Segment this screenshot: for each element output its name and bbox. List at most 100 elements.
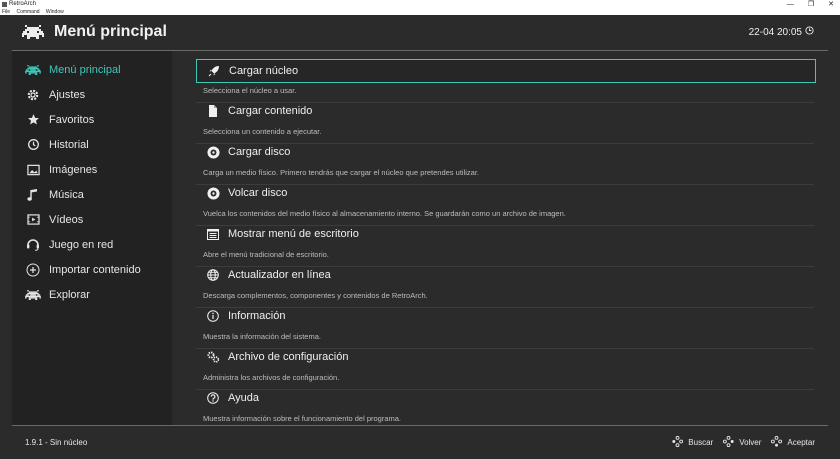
plus-icon	[25, 262, 41, 278]
accept-action[interactable]: Aceptar	[771, 435, 815, 449]
menu-entry-label: Archivo de configuración	[228, 351, 349, 363]
sidebar-item-history[interactable]: Historial	[12, 132, 172, 157]
menu-entry-description: Selecciona el núcleo a usar.	[203, 86, 297, 95]
sidebar-item-label: Música	[49, 188, 84, 201]
dpad-button-icon	[723, 435, 734, 449]
sidebar-item-explore[interactable]: Explorar	[12, 282, 172, 307]
menu-entry-label: Información	[228, 310, 286, 322]
menu-entry-description: Carga un medio físico. Primero tendrás q…	[203, 168, 479, 177]
window-title: RetroArch	[9, 1, 37, 7]
sidebar-item-label: Ajustes	[49, 88, 86, 101]
footer: 1.9.1 - Sin núcleo Buscar Volver Aceptar	[0, 426, 840, 459]
menu-entry-label: Cargar contenido	[228, 105, 313, 117]
sidebar-item-favorites[interactable]: Favoritos	[12, 107, 172, 132]
invader-icon	[25, 287, 41, 303]
menu-entry-description: Abre el menú tradicional de escritorio.	[203, 250, 329, 259]
window-titlebar: RetroArch — ❐ ✕	[0, 0, 840, 9]
version-status: 1.9.1 - Sin núcleo	[25, 438, 88, 447]
search-action-label: Buscar	[688, 438, 714, 447]
globe-icon	[206, 268, 220, 282]
accept-action-label: Aceptar	[787, 438, 815, 447]
sidebar-item-netplay[interactable]: Juego en red	[12, 232, 172, 257]
menu-entry-load-disc[interactable]: Cargar disco Carga un medio físico. Prim…	[196, 141, 816, 185]
menu-entry-online-updater[interactable]: Actualizador en línea Descarga complemen…	[196, 264, 816, 308]
menu-entry-row[interactable]: Mostrar menú de escritorio	[196, 223, 814, 245]
menu-entry-description: Muestra la información del sistema.	[203, 332, 321, 341]
disc-icon	[206, 145, 220, 159]
image-icon	[25, 162, 41, 178]
minimize-button[interactable]: —	[787, 0, 794, 9]
help-icon	[206, 391, 220, 405]
sidebar-item-label: Vídeos	[49, 213, 84, 226]
header: Menú principal 22-04 20:05	[0, 15, 840, 51]
desktop-menu-icon	[206, 227, 220, 241]
menu-entry-label: Actualizador en línea	[228, 269, 331, 281]
star-icon	[25, 112, 41, 128]
main-menu-list: Cargar núcleo Selecciona el núcleo a usa…	[196, 57, 816, 425]
menu-entry-description: Muestra información sobre el funcionamie…	[203, 414, 402, 423]
sidebar: Menú principal Ajustes Favoritos Histori…	[12, 51, 172, 425]
menu-entry-label: Mostrar menú de escritorio	[228, 228, 359, 240]
menu-entry-description: Administra los archivos de configuración…	[203, 373, 340, 382]
close-button[interactable]: ✕	[828, 0, 834, 9]
dpad-button-icon	[771, 435, 783, 449]
gear-icon	[25, 87, 41, 103]
sidebar-item-label: Explorar	[49, 288, 90, 301]
sidebar-item-label: Historial	[49, 138, 89, 151]
app-icon	[2, 2, 7, 7]
menu-entry-description: Descarga complementos, componentes y con…	[203, 291, 428, 300]
sidebar-item-label: Menú principal	[49, 63, 121, 76]
menu-entry-row[interactable]: Archivo de configuración	[196, 346, 814, 368]
clock: 22-04 20:05	[749, 26, 814, 38]
sidebar-item-label: Favoritos	[49, 113, 95, 126]
clock-icon	[805, 26, 814, 38]
menu-entry-description: Vuelca los contenidos del medio físico a…	[203, 209, 566, 218]
search-action[interactable]: Buscar	[672, 435, 714, 449]
footer-actions: Buscar Volver Aceptar	[672, 435, 815, 449]
menu-entry-row[interactable]: Cargar contenido	[196, 100, 814, 122]
settings-file-icon	[206, 350, 220, 364]
menu-entry-label: Ayuda	[228, 392, 259, 404]
menu-entry-description: Selecciona un contenido a ejecutar.	[203, 127, 322, 136]
clock-text: 22-04 20:05	[748, 26, 802, 38]
menu-entry-row[interactable]: Volcar disco	[196, 182, 814, 204]
menu-entry-row[interactable]: Cargar núcleo	[196, 59, 816, 83]
netplay-icon	[25, 237, 41, 253]
sidebar-item-label: Importar contenido	[49, 263, 141, 276]
sidebar-item-label: Imágenes	[49, 163, 98, 176]
menu-entry-row[interactable]: Actualizador en línea	[196, 264, 814, 286]
music-icon	[25, 187, 41, 203]
menu-entry-config-file[interactable]: Archivo de configuración Administra los …	[196, 346, 816, 390]
rocket-icon	[207, 64, 221, 78]
sidebar-item-images[interactable]: Imágenes	[12, 157, 172, 182]
sidebar-item-import-content[interactable]: Importar contenido	[12, 257, 172, 282]
sidebar-item-music[interactable]: Música	[12, 182, 172, 207]
invader-icon	[25, 62, 41, 78]
menu-entry-label: Cargar núcleo	[229, 65, 299, 77]
menu-entry-label: Cargar disco	[228, 146, 291, 158]
file-icon	[206, 104, 220, 118]
menu-entry-desktop-menu[interactable]: Mostrar menú de escritorio Abre el menú …	[196, 223, 816, 267]
sidebar-item-label: Juego en red	[49, 238, 114, 251]
menu-entry-information[interactable]: Información Muestra la información del s…	[196, 305, 816, 349]
dpad-button-icon	[672, 435, 684, 449]
menu-entry-load-content[interactable]: Cargar contenido Selecciona un contenido…	[196, 100, 816, 144]
page-title: Menú principal	[54, 23, 167, 40]
sidebar-item-settings[interactable]: Ajustes	[12, 82, 172, 107]
maximize-button[interactable]: ❐	[808, 0, 814, 9]
menu-entry-row[interactable]: Cargar disco	[196, 141, 814, 163]
sidebar-item-videos[interactable]: Vídeos	[12, 207, 172, 232]
menu-entry-label: Volcar disco	[228, 187, 288, 199]
video-icon	[25, 212, 41, 228]
history-icon	[25, 137, 41, 153]
menu-entry-row[interactable]: Información	[196, 305, 814, 327]
menu-entry-row[interactable]: Ayuda	[196, 387, 814, 409]
back-action[interactable]: Volver	[723, 435, 761, 449]
info-icon	[206, 309, 220, 323]
menu-entry-help[interactable]: Ayuda Muestra información sobre el funci…	[196, 387, 816, 425]
retroarch-logo-icon	[22, 25, 44, 44]
menu-entry-load-core[interactable]: Cargar núcleo Selecciona el núcleo a usa…	[196, 59, 816, 103]
sidebar-item-main-menu[interactable]: Menú principal	[12, 57, 172, 82]
menu-entry-dump-disc[interactable]: Volcar disco Vuelca los contenidos del m…	[196, 182, 816, 226]
disc-icon	[206, 186, 220, 200]
